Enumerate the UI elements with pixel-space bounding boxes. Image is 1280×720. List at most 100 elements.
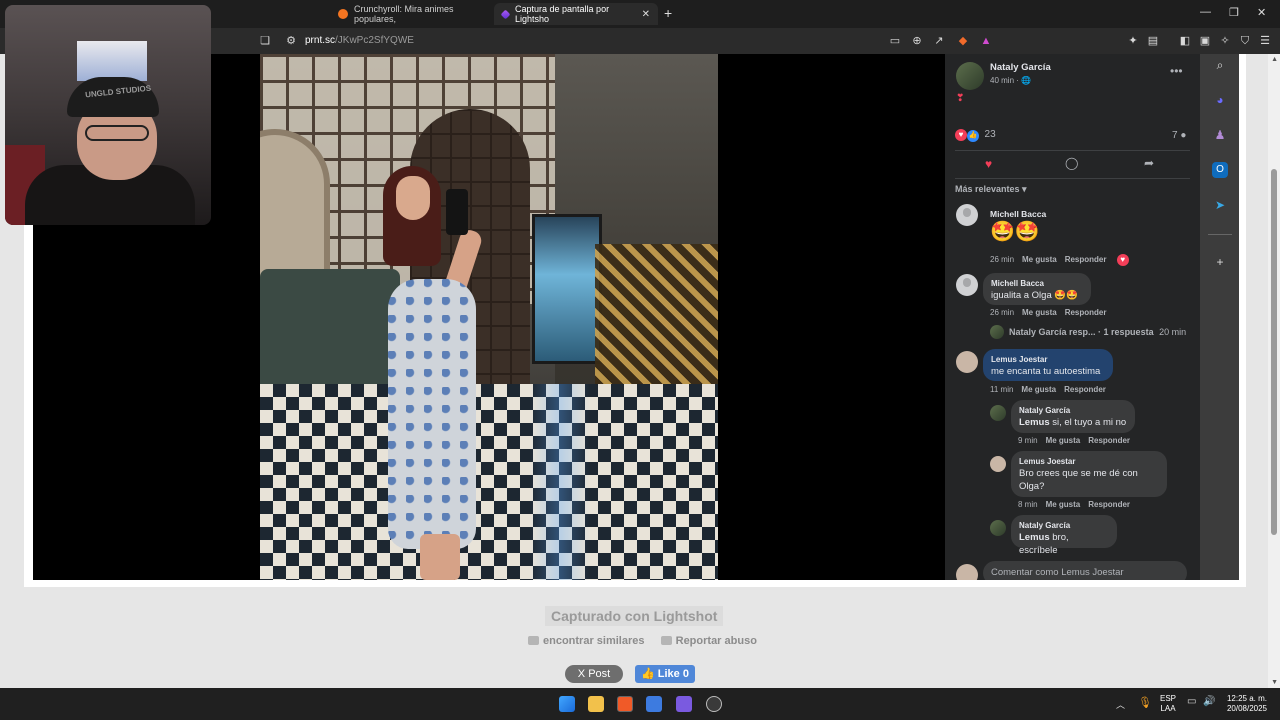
x-post-button[interactable]: X Post (565, 665, 623, 683)
zoom-icon[interactable]: ⊕ (910, 34, 924, 48)
maximize-button[interactable]: ❐ (1229, 6, 1239, 19)
menu-icon[interactable]: ☰ (1258, 34, 1272, 48)
sort-dropdown[interactable]: Más relevantes ▾ (955, 184, 1027, 195)
close-icon[interactable]: ✕ (642, 9, 650, 20)
search-icon[interactable]: ⌕ (1212, 57, 1228, 73)
minimize-button[interactable]: — (1200, 6, 1211, 18)
facebook-post-panel: Nataly García 40 min · 🌐 ••• ❣ ♥ 👍 23 7 ●… (945, 54, 1200, 580)
comment-actions: 26 min Me gusta Responder (990, 308, 1107, 317)
brave-browser-icon[interactable] (617, 696, 633, 712)
love-react-button[interactable]: ♥ (985, 157, 992, 171)
mention[interactable]: Lemus (1019, 417, 1050, 428)
new-tab-button[interactable]: + (664, 5, 672, 21)
captured-screenshot[interactable]: Nataly García 40 min · 🌐 ••• ❣ ♥ 👍 23 7 ●… (33, 54, 1239, 580)
obs-icon[interactable] (706, 696, 722, 712)
input-language[interactable]: ESP LAA (1158, 694, 1178, 714)
comment-bubble: Lemus Joestar me encanta tu autoestima (983, 349, 1113, 381)
report-icon (660, 636, 672, 645)
replies-summary[interactable]: Nataly García resp... · 1 respuesta 20 m… (1009, 327, 1186, 337)
reply-avatar (990, 325, 1004, 339)
reply-avatar[interactable] (990, 456, 1006, 472)
commenter-avatar[interactable] (956, 204, 978, 226)
screenshot-links: encontrar similares Reportar abuso (528, 635, 757, 647)
comment-text: 🤩🤩 (990, 221, 1040, 243)
comment-button[interactable]: ◯ (1065, 156, 1078, 170)
scroll-down-icon[interactable]: ▼ (1271, 679, 1278, 686)
reply-bubble: Nataly García Lemus bro, escríbele (1011, 515, 1117, 556)
bookmark-icon[interactable]: ❏ (258, 34, 272, 48)
display-case (532, 214, 602, 364)
comment-actions: 11 min Me gusta Responder (990, 385, 1106, 394)
reply-bubble: Nataly García Lemus si, el tuyo a mi no (1011, 400, 1135, 433)
start-icon[interactable] (559, 696, 575, 712)
like-icon: 👍 (967, 130, 979, 142)
volume-icon[interactable]: 🔊 (1203, 696, 1215, 707)
mention[interactable]: Lemus (1019, 532, 1050, 543)
file-explorer-icon[interactable] (588, 696, 604, 712)
scroll-thumb[interactable] (1271, 169, 1277, 535)
extensions-icon[interactable]: ✦ (1126, 34, 1140, 48)
microphone-icon[interactable]: 🎙 (1138, 696, 1152, 709)
share-icon[interactable]: ↗ (932, 34, 946, 48)
network-icon[interactable]: ▭ (1187, 696, 1196, 707)
reply-avatar[interactable] (990, 520, 1006, 536)
address-bar[interactable]: prnt.sc/JKwPc2SfYQWE (305, 35, 414, 46)
vpn-icon[interactable]: ⛉ (1238, 34, 1252, 48)
my-avatar (956, 564, 978, 580)
url-domain: prnt.sc (305, 35, 336, 46)
commenter-avatar[interactable] (956, 274, 978, 296)
close-window-button[interactable]: ✕ (1257, 6, 1266, 19)
windows-taskbar: ︿ 🎙 ESP LAA ▭ 🔊 12:25 a. m. 20/08/2025 (0, 688, 1280, 720)
cast-icon[interactable]: ▭ (888, 34, 902, 48)
games-icon[interactable]: ♟ (1212, 127, 1228, 143)
brave-rewards-icon[interactable]: ▲ (979, 34, 993, 48)
copilot-icon[interactable]: ◕ (1212, 92, 1228, 108)
tab-crunchyroll[interactable]: Crunchyroll: Mira animes populares, (330, 3, 488, 25)
author-avatar[interactable] (956, 62, 984, 90)
scroll-up-icon[interactable]: ▲ (1271, 56, 1278, 63)
comment-text: igualita a Olga 🤩🤩 (991, 290, 1079, 301)
find-similar-link[interactable]: encontrar similares (543, 635, 645, 647)
comment-count: 7 ● (1172, 130, 1187, 141)
site-info-icon[interactable]: ⚙ (284, 34, 298, 48)
divider (1208, 234, 1232, 235)
tab-actions-icon[interactable]: ▤ (1146, 34, 1160, 48)
comment-actions: 26 min Me gusta Responder ♥ (990, 254, 1129, 266)
facebook-like-button[interactable]: 👍 Like 0 (635, 665, 695, 683)
reply-avatar[interactable] (990, 405, 1006, 421)
clock[interactable]: 12:25 a. m. 20/08/2025 (1222, 694, 1272, 714)
love-icon: ♥ (955, 129, 967, 141)
comment-bubble: Michell Bacca igualita a Olga 🤩🤩 (983, 273, 1091, 305)
url-path: /JKwPc2SfYQWE (335, 35, 414, 46)
post-time: 40 min · 🌐 (990, 76, 1032, 85)
floral-dress (388, 279, 476, 549)
wallet-icon[interactable]: ▣ (1198, 34, 1212, 48)
comment-author[interactable]: Michell Bacca (990, 209, 1046, 219)
glasses (85, 125, 149, 141)
tab-lightshot[interactable]: Captura de pantalla por Lightsho ✕ (494, 3, 658, 25)
reaction-count: 23 (984, 129, 996, 140)
side-app-bar: ⌕ ◕ ♟ O ➤ + (1200, 54, 1239, 580)
divider (955, 150, 1190, 151)
comment-input[interactable]: Comentar como Lemus Joestar (983, 561, 1187, 580)
post-author[interactable]: Nataly García (990, 62, 1051, 73)
commenter-avatar[interactable] (956, 351, 978, 373)
reactions-summary[interactable]: ♥ 👍 23 (955, 129, 996, 142)
chevron-up-icon[interactable]: ︿ (1116, 698, 1125, 711)
scrollbar[interactable]: ▲ ▼ (1268, 54, 1280, 688)
reply-actions: 9 min Me gusta Responder (1018, 436, 1131, 445)
telegram-icon[interactable]: ➤ (1212, 197, 1228, 213)
more-options-icon[interactable]: ••• (1170, 64, 1183, 78)
lightshot-icon (500, 9, 511, 19)
share-button[interactable]: ➦ (1144, 156, 1154, 170)
sidebar-toggle-icon[interactable]: ◧ (1178, 34, 1192, 48)
brave-shield-icon[interactable]: ◆ (956, 34, 970, 48)
store-icon[interactable] (646, 696, 662, 712)
add-icon[interactable]: + (1212, 254, 1228, 270)
leo-ai-icon[interactable]: ✧ (1218, 34, 1232, 48)
outlook-icon[interactable]: O (1212, 162, 1228, 178)
discord-icon[interactable] (676, 696, 692, 712)
report-abuse-link[interactable]: Reportar abuso (676, 635, 757, 647)
streamer-cap (67, 77, 159, 117)
divider (955, 178, 1190, 179)
